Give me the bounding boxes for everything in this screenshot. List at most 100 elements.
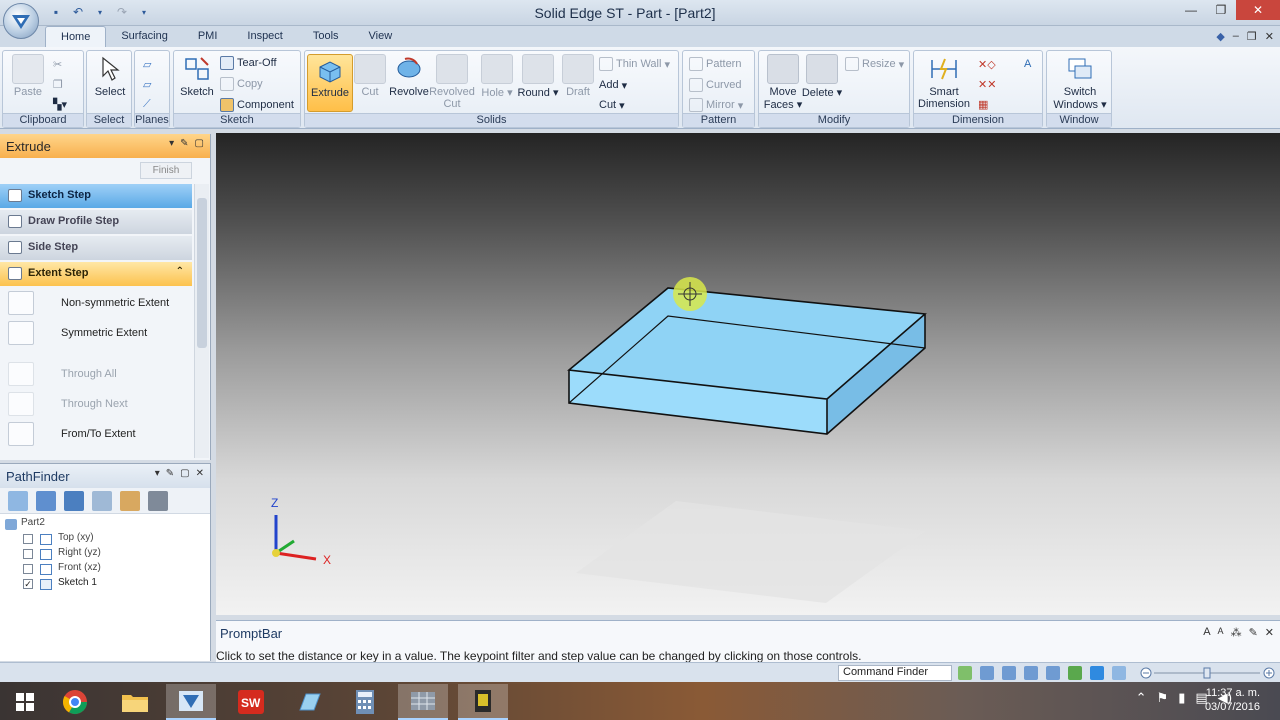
pf-library-icon[interactable] [92,491,112,511]
cut-menu-button[interactable]: Cut ▾ [599,96,625,114]
restore-button[interactable]: ❐ [1206,0,1236,20]
tree-item-top-plane[interactable]: Top (xy) [0,532,210,547]
collapse-chevron-icon[interactable]: ⌃ [176,266,184,277]
tab-surfacing[interactable]: Surfacing [106,26,182,48]
pf-maximize-icon[interactable]: ▢ [180,468,189,479]
finish-button[interactable]: Finish [140,162,192,179]
taskbar-app-cube[interactable] [284,684,334,720]
tab-home[interactable]: Home [45,26,107,48]
promptbar-close-icon[interactable]: ✕ [1265,626,1274,639]
extent-step[interactable]: Extent Step ⌃ [0,262,192,286]
dimension-grid-icon[interactable]: ▦ [978,95,988,113]
taskbar-app-camera[interactable] [458,684,508,720]
tab-tools[interactable]: Tools [298,26,354,48]
draw-profile-step[interactable]: Draw Profile Step [0,210,192,234]
select-button[interactable]: Select [87,54,133,112]
mirror-button[interactable]: Mirror ▾ [689,96,743,114]
curved-pattern-button[interactable]: Curved [689,76,741,94]
pin-icon[interactable]: ✎ [180,138,188,149]
from-to-extent-option[interactable]: From/To Extent [0,419,210,449]
tab-pmi[interactable]: PMI [183,26,233,48]
rotate-icon[interactable] [1068,666,1082,680]
taskbar-app-grid[interactable] [398,684,448,720]
ribbon-restore-icon[interactable]: ❐ [1247,30,1257,43]
close-button[interactable]: ✕ [1236,0,1280,20]
through-all-option[interactable]: Through All [0,359,210,389]
tear-off-button[interactable]: Tear-Off [220,54,277,72]
revolved-cut-button[interactable]: Revolved Cut [429,54,475,112]
pf-tree-icon[interactable] [8,491,28,511]
plane-icon[interactable]: ▱ [143,55,151,73]
switch-windows-button[interactable]: Switch Windows ▾ [1051,54,1109,112]
view-style-icon[interactable] [1112,666,1126,680]
taskbar-solid-edge[interactable] [166,684,216,720]
pf-close-icon[interactable]: ✕ [196,468,204,479]
delete-button[interactable]: Delete ▾ [799,54,845,112]
copy-sketch-button[interactable]: Copy [220,75,263,93]
revolve-button[interactable]: Revolve [386,54,432,112]
help-icon[interactable]: ◆ [1216,30,1224,43]
plane-offset-icon[interactable]: ▱ [143,75,151,93]
pf-layers-icon[interactable] [36,491,56,511]
symmetric-extent-option[interactable]: Symmetric Extent [0,318,210,348]
visibility-checkbox[interactable] [23,534,33,544]
zoom-icon[interactable] [1002,666,1016,680]
graphics-viewport[interactable]: Z X [216,133,1280,615]
hole-button[interactable]: Hole ▾ [474,54,520,112]
ribbon-close-icon[interactable]: ✕ [1265,30,1274,43]
plane-normal-icon[interactable]: ⟋ [143,95,151,113]
minimize-button[interactable]: — [1176,0,1206,20]
draft-button[interactable]: Draft [555,54,601,112]
side-step[interactable]: Side Step [0,236,192,260]
visibility-checkbox-checked[interactable]: ✓ [23,579,33,589]
taskbar-solidworks[interactable]: SW [226,684,276,720]
visibility-checkbox[interactable] [23,564,33,574]
pf-dropdown-icon[interactable]: ▾ [155,468,160,479]
pf-pin-icon[interactable]: ✎ [166,468,174,479]
copy-clipboard-icon[interactable]: ❐ [53,75,63,93]
cut-clipboard-icon[interactable]: ✂ [53,55,62,73]
sketch-button[interactable]: Sketch [174,54,220,112]
pf-layout-icon[interactable] [148,491,168,511]
tree-root[interactable]: Part2 [0,517,210,532]
add-button[interactable]: Add ▾ [599,76,627,94]
tab-view[interactable]: View [354,26,408,48]
thin-wall-button[interactable]: Thin Wall ▾ [599,55,670,73]
panel-scrollbar-thumb[interactable] [197,198,207,348]
sketch-step[interactable]: Sketch Step [0,184,192,208]
taskbar-chrome[interactable] [50,684,100,720]
visibility-checkbox[interactable] [23,549,33,559]
tree-item-right-plane[interactable]: Right (yz) [0,547,210,562]
zoom-area-icon[interactable] [980,666,994,680]
ribbon-minimize-icon[interactable]: ‒ [1233,30,1239,43]
through-next-option[interactable]: Through Next [0,389,210,419]
start-button[interactable] [0,684,50,720]
refresh-icon[interactable] [958,666,972,680]
resize-button[interactable]: Resize ▾ [845,55,904,73]
tray-flag-icon[interactable]: ⚑ [1157,690,1169,706]
font-decrease-icon[interactable]: A [1218,626,1224,639]
tree-item-sketch-1[interactable]: ✓ Sketch 1 [0,577,210,592]
panel-maximize-icon[interactable]: ▢ [195,138,204,149]
pf-features-icon[interactable] [64,491,84,511]
zoom-slider[interactable] [1140,667,1276,679]
application-button[interactable] [3,3,39,39]
panel-dropdown-icon[interactable]: ▾ [169,138,174,149]
promptbar-options-icon[interactable]: ⁂ [1231,626,1242,639]
promptbar-pin-icon[interactable]: ✎ [1249,626,1258,639]
taskbar-clock[interactable]: 11:37 a. m. 03/07/2016 [1205,686,1260,714]
fit-icon[interactable] [1024,666,1038,680]
tab-inspect[interactable]: Inspect [232,26,297,48]
non-symmetric-extent-option[interactable]: Non-symmetric Extent [0,288,210,318]
dimension-text-icon[interactable]: A [1024,55,1031,73]
tray-battery-icon[interactable]: ▮ [1178,690,1185,706]
pan-icon[interactable] [1046,666,1060,680]
dimension-constraint-icon[interactable]: ✕✕ [978,75,996,93]
view-orientation-icon[interactable] [1090,666,1104,680]
tray-up-icon[interactable]: ⌃ [1136,690,1147,706]
smart-dimension-button[interactable]: Smart Dimension [916,54,972,112]
font-increase-icon[interactable]: A [1203,626,1210,639]
component-button[interactable]: Component [220,96,294,114]
dimension-relate-icon[interactable]: ✕◇ [978,55,996,73]
paste-button[interactable]: Paste [5,54,51,112]
